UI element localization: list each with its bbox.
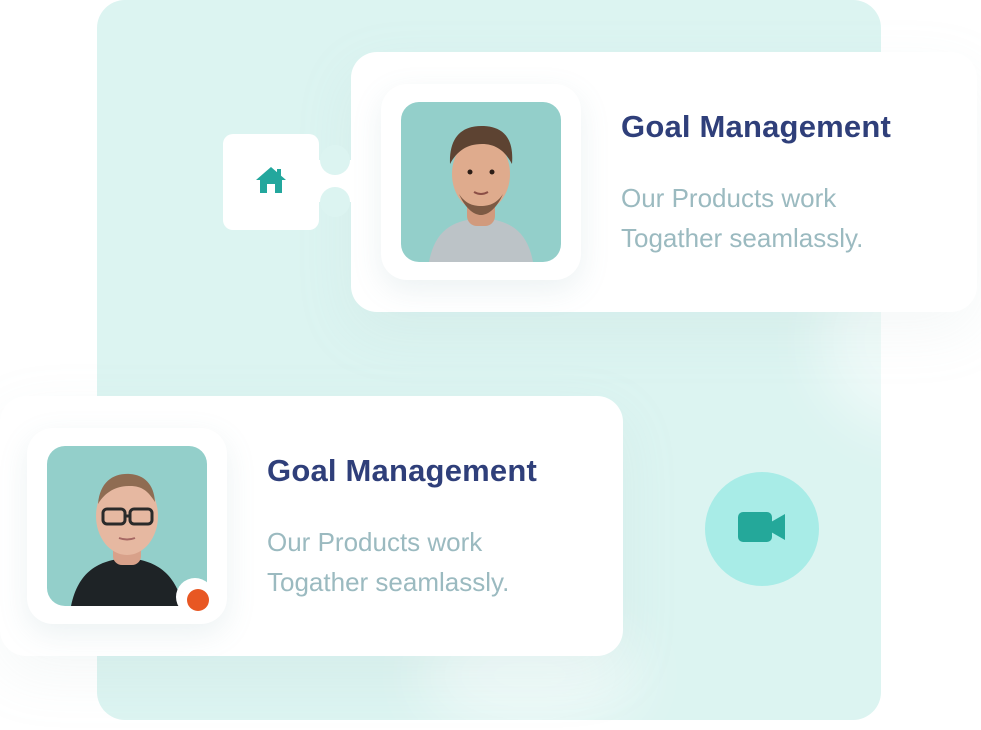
description-line-2: Togather seamlassly. [621, 223, 864, 253]
home-icon [254, 165, 288, 200]
card-description: Our Products work Togather seamlassly. [621, 178, 951, 258]
video-camera-icon [737, 510, 787, 549]
description-line-2: Togather seamlassly. [267, 567, 510, 597]
card-title: Goal Management [621, 109, 891, 144]
card-title: Goal Management [267, 453, 537, 488]
avatar-frame-bottom [27, 428, 227, 624]
home-tile[interactable] [223, 134, 319, 230]
description-line-1: Our Products work [621, 183, 837, 213]
card-description: Our Products work Togather seamlassly. [267, 522, 597, 602]
description-line-1: Our Products work [267, 527, 483, 557]
video-call-button[interactable] [705, 472, 819, 586]
avatar [401, 102, 561, 262]
avatar-frame-top [381, 84, 581, 280]
online-status-badge [187, 589, 209, 611]
